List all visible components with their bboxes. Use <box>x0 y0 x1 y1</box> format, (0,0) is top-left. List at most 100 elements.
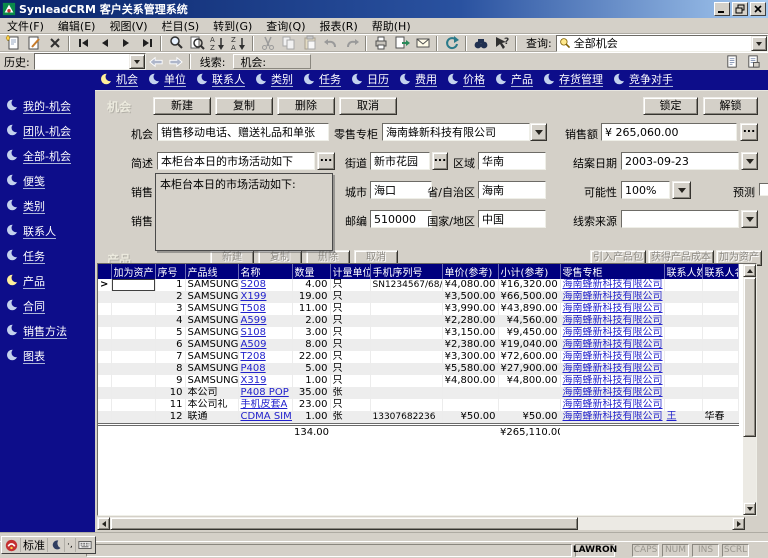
brief-field[interactable]: 本柜台本日的市场活动如下 <box>157 152 315 170</box>
cell-first-name[interactable] <box>702 351 738 363</box>
row-selector-cell[interactable] <box>98 315 111 327</box>
toolbar-first-record-icon[interactable] <box>73 35 94 52</box>
cell-link[interactable]: 手机皮套A <box>241 399 288 410</box>
cell-product-line[interactable]: SAMSUNG <box>185 279 238 291</box>
cell-first-name[interactable] <box>702 315 738 327</box>
cell-name[interactable]: S208 <box>238 279 292 291</box>
cell-asset[interactable] <box>111 291 155 303</box>
cell-asset[interactable] <box>111 351 155 363</box>
cell-last-name[interactable] <box>664 303 702 315</box>
cell-counter[interactable]: 海南蜂新科技有限公司 <box>560 411 664 425</box>
cell-link[interactable]: CDMA SIM卡 <box>241 411 293 422</box>
cell-link[interactable]: 海南蜂新科技有限公司 <box>563 303 663 314</box>
ime-punctuation-icon[interactable]: ·, <box>65 538 76 552</box>
tab-product[interactable]: 产品 <box>496 73 533 88</box>
toolbar-refresh-icon[interactable] <box>441 35 462 52</box>
ime-mode-button[interactable]: 标准 <box>21 538 48 552</box>
retail-counter-dropdown-icon[interactable] <box>530 123 547 141</box>
cell-first-name[interactable] <box>702 363 738 375</box>
cell-price[interactable]: ¥2,280.00 <box>442 315 498 327</box>
cell-last-name[interactable] <box>664 375 702 387</box>
column-header-first-name[interactable]: 联系人名 <box>702 264 738 279</box>
cell-link[interactable]: 海南蜂新科技有限公司 <box>563 327 663 338</box>
cell-name[interactable]: A599 <box>238 315 292 327</box>
cell-name[interactable]: P408 <box>238 363 292 375</box>
cell-unit[interactable]: 张 <box>330 387 370 399</box>
table-row[interactable]: >1SAMSUNGS2084.00只SN1234567/68/¥4,080.00… <box>98 279 738 291</box>
sidebar-item-contacts[interactable]: 联系人 <box>0 219 95 244</box>
vertical-scrollbar[interactable] <box>743 264 756 515</box>
toolbar-delete-record-icon[interactable] <box>44 35 65 52</box>
cell-subtotal[interactable]: ¥72,600.00 <box>498 351 560 363</box>
cell-serial[interactable]: SN1234567/68/ <box>370 279 442 291</box>
cell-link[interactable]: A599 <box>241 315 267 326</box>
cell-counter[interactable]: 海南蜂新科技有限公司 <box>560 291 664 303</box>
cell-last-name[interactable] <box>664 339 702 351</box>
delete-button[interactable]: 删除 <box>277 97 335 115</box>
cell-seq[interactable]: 10 <box>155 387 185 399</box>
cell-price[interactable]: ¥3,300.00 <box>442 351 498 363</box>
menu-item[interactable]: 转到(G) <box>206 17 259 35</box>
lead-source-dropdown-icon[interactable] <box>741 210 758 228</box>
tab-expense[interactable]: 费用 <box>400 73 437 88</box>
cell-counter[interactable]: 海南蜂新科技有限公司 <box>560 339 664 351</box>
toolbar-context-help-icon[interactable]: ? <box>491 35 512 52</box>
new-button[interactable]: 新建 <box>153 97 211 115</box>
cell-first-name[interactable] <box>702 327 738 339</box>
table-row[interactable]: 5SAMSUNGS1083.00只¥3,150.00¥9,450.00海南蜂新科… <box>98 327 738 339</box>
table-row[interactable]: 12联通CDMA SIM卡1.00张13307682236¥50.00¥50.0… <box>98 411 738 425</box>
toolbar-sort-desc-icon[interactable]: ZA <box>228 35 249 52</box>
cell-product-line[interactable]: SAMSUNG <box>185 351 238 363</box>
cell-name[interactable]: T208 <box>238 351 292 363</box>
cell-link[interactable]: 海南蜂新科技有限公司 <box>563 363 663 374</box>
opportunity-field[interactable]: 销售移动电话、赠送礼品和单张 <box>157 123 329 141</box>
forecast-checkbox[interactable] <box>759 183 768 196</box>
cell-link[interactable]: 海南蜂新科技有限公司 <box>563 291 663 302</box>
table-row[interactable]: 8SAMSUNGP4085.00只¥5,580.00¥27,900.00海南蜂新… <box>98 363 738 375</box>
cell-name[interactable]: P408 POP <box>238 387 292 399</box>
cell-name[interactable]: X199 <box>238 291 292 303</box>
cell-unit[interactable]: 只 <box>330 327 370 339</box>
cell-counter[interactable]: 海南蜂新科技有限公司 <box>560 303 664 315</box>
sidebar-item-notes[interactable]: 便笺 <box>0 169 95 194</box>
cell-qty[interactable]: 8.00 <box>292 339 330 351</box>
cell-qty[interactable]: 2.00 <box>292 315 330 327</box>
toolbar-export-icon[interactable] <box>391 35 412 52</box>
cell-qty[interactable]: 3.00 <box>292 327 330 339</box>
tab-contact[interactable]: 联系人 <box>197 73 245 88</box>
cell-seq[interactable]: 4 <box>155 315 185 327</box>
cell-subtotal[interactable]: ¥50.00 <box>498 411 560 425</box>
toolbar-find-in-page-icon[interactable] <box>186 35 207 52</box>
cell-subtotal[interactable]: ¥43,890.00 <box>498 303 560 315</box>
cell-link[interactable]: S108 <box>241 327 266 338</box>
cell-price[interactable]: ¥4,800.00 <box>442 375 498 387</box>
cell-last-name[interactable]: 王 <box>664 411 702 425</box>
cell-unit[interactable]: 只 <box>330 375 370 387</box>
cell-counter[interactable]: 海南蜂新科技有限公司 <box>560 327 664 339</box>
row-selector-cell[interactable]: > <box>98 279 111 291</box>
cell-product-line[interactable]: SAMSUNG <box>185 363 238 375</box>
table-row[interactable]: 9SAMSUNGX3191.00只¥4,800.00¥4,800.00海南蜂新科… <box>98 375 738 387</box>
cell-first-name[interactable]: 华春 <box>702 411 738 425</box>
forward-icon[interactable] <box>167 54 185 69</box>
cell-serial[interactable] <box>370 363 442 375</box>
cell-asset[interactable] <box>111 411 155 425</box>
column-header-unit[interactable]: 计量单位 <box>330 264 370 279</box>
cell-counter[interactable]: 海南蜂新科技有限公司 <box>560 279 664 291</box>
cell-qty[interactable]: 11.00 <box>292 303 330 315</box>
table-row[interactable]: 4SAMSUNGA5992.00只¥2,280.00¥4,560.00海南蜂新科… <box>98 315 738 327</box>
cell-unit[interactable]: 张 <box>330 411 370 425</box>
row-selector-cell[interactable] <box>98 303 111 315</box>
column-header-name[interactable]: 名称 <box>238 264 292 279</box>
tab-calendar[interactable]: 日历 <box>352 73 389 88</box>
cell-last-name[interactable] <box>664 363 702 375</box>
vertical-scroll-thumb[interactable] <box>743 277 756 437</box>
cell-asset[interactable] <box>111 279 155 291</box>
cell-counter[interactable]: 海南蜂新科技有限公司 <box>560 399 664 411</box>
menu-item[interactable]: 视图(V) <box>102 17 154 35</box>
cell-unit[interactable]: 只 <box>330 291 370 303</box>
retail-counter-field[interactable]: 海南蜂新科技有限公司 <box>382 123 530 141</box>
column-header-serial[interactable]: 手机序列号 <box>370 264 442 279</box>
toolbar-redo-icon[interactable] <box>341 35 362 52</box>
cell-name[interactable]: S108 <box>238 327 292 339</box>
